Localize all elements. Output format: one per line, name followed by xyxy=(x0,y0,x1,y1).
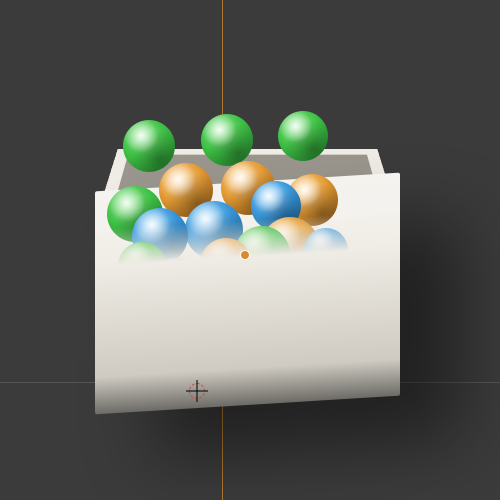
sphere-green[interactable] xyxy=(201,114,253,166)
sphere-green[interactable] xyxy=(278,111,328,161)
container-cube[interactable] xyxy=(95,72,405,407)
object-origin-dot xyxy=(240,250,250,260)
sphere-blue[interactable] xyxy=(304,228,348,272)
viewport-3d[interactable] xyxy=(0,0,500,500)
sphere-blue[interactable] xyxy=(205,269,259,323)
sphere-orange[interactable] xyxy=(265,261,319,315)
sphere-green[interactable] xyxy=(123,120,175,172)
sphere-blue[interactable] xyxy=(150,258,202,310)
